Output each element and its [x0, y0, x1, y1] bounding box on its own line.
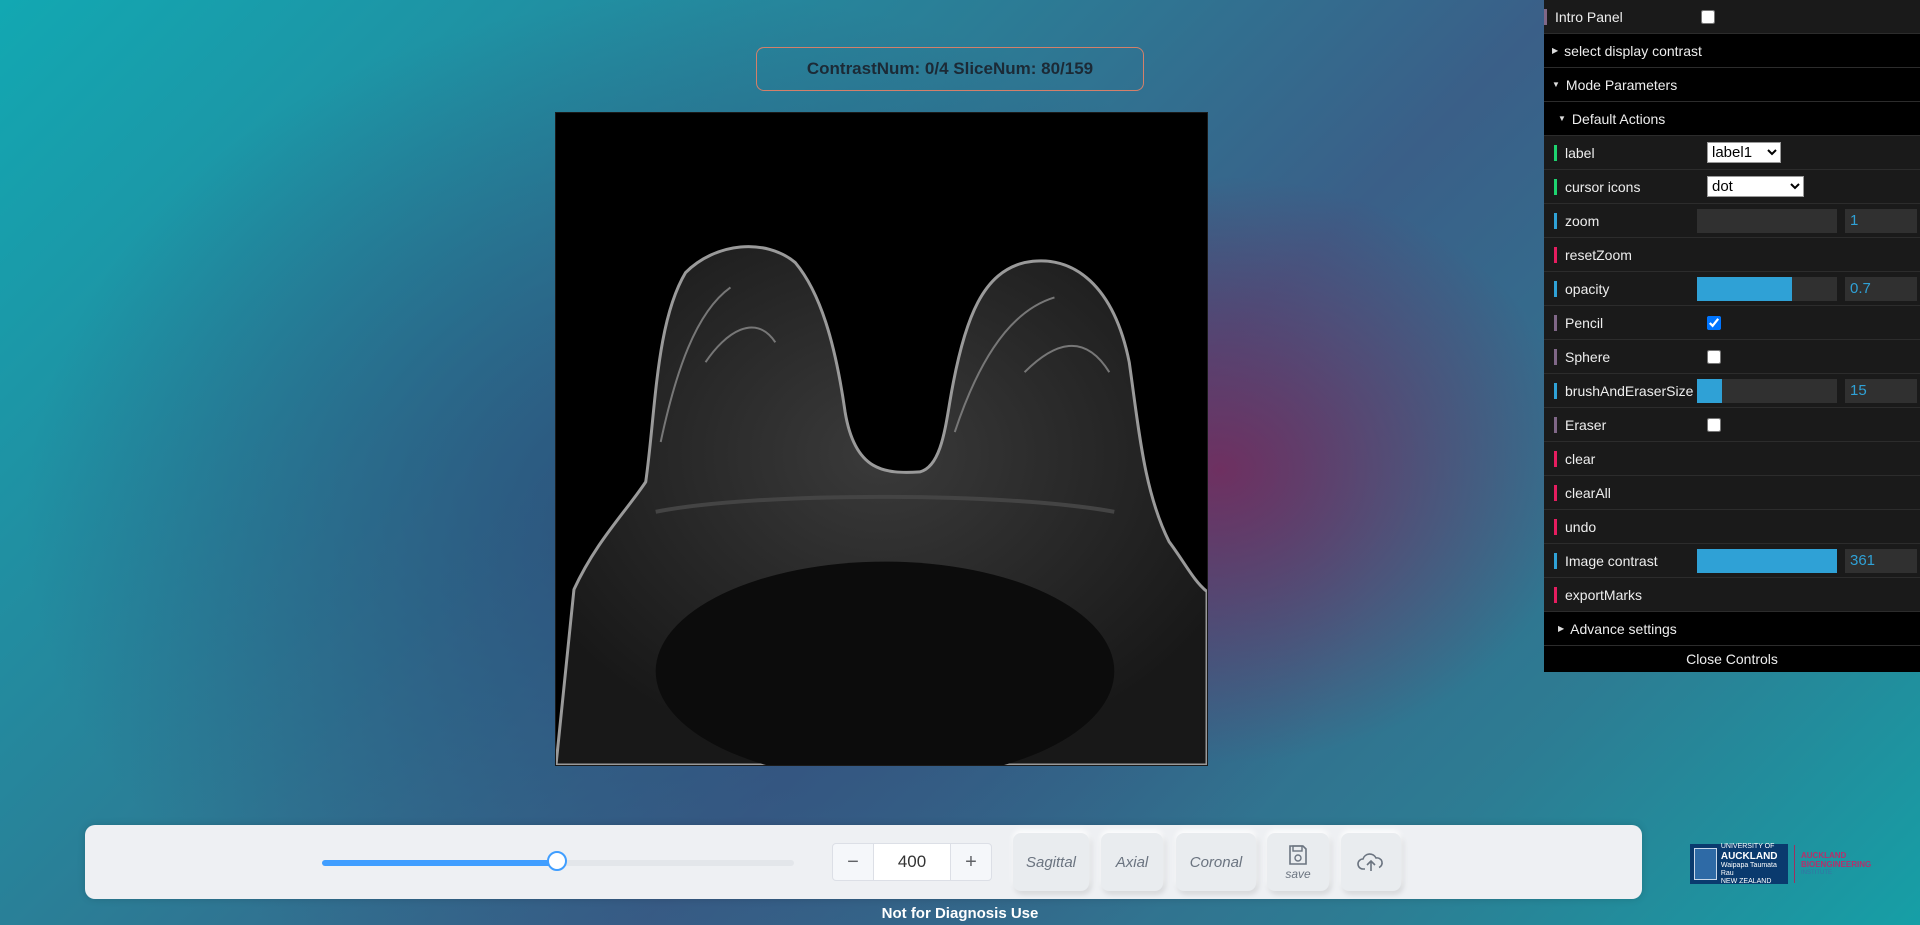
default-actions-label: Default Actions: [1571, 110, 1666, 127]
intro-panel-checkbox[interactable]: [1701, 9, 1715, 24]
cloud-upload-icon: [1357, 853, 1383, 871]
reset-zoom-button[interactable]: resetZoom: [1544, 238, 1920, 272]
pencil-row: Pencil: [1544, 306, 1920, 340]
caret-right-icon: ▶: [1558, 624, 1565, 633]
image-contrast-slider[interactable]: [1697, 548, 1837, 573]
clear-label: clear: [1554, 450, 1697, 467]
save-label: save: [1285, 867, 1311, 881]
eraser-row: Eraser: [1544, 408, 1920, 442]
eraser-label: Eraser: [1554, 416, 1697, 433]
upload-button[interactable]: [1341, 833, 1401, 891]
coronal-label: Coronal: [1189, 853, 1243, 871]
uoa-logo: UNIVERSITY OF AUCKLAND Waipapa Taumata R…: [1690, 842, 1788, 885]
axial-button[interactable]: Axial: [1101, 833, 1163, 891]
eraser-checkbox[interactable]: [1707, 417, 1721, 432]
sphere-checkbox[interactable]: [1707, 349, 1721, 364]
undo-button[interactable]: undo: [1544, 510, 1920, 544]
slice-slider[interactable]: [322, 851, 794, 871]
image-contrast-slider-fill: [1697, 548, 1837, 573]
zoom-value-input[interactable]: 1: [1845, 208, 1917, 233]
slice-status-text: ContrastNum: 0/4 SliceNum: 80/159: [806, 59, 1094, 78]
export-marks-label: exportMarks: [1554, 586, 1697, 603]
pencil-label: Pencil: [1554, 314, 1697, 331]
slice-slider-fill: [322, 860, 558, 866]
brush-size-slider[interactable]: [1697, 378, 1837, 403]
sagittal-button[interactable]: Sagittal: [1013, 833, 1089, 891]
bottom-toolbar: − 400 + Sagittal Axial Coronal save: [85, 825, 1642, 899]
brush-size-label: brushAndEraserSize: [1554, 382, 1697, 399]
label-select[interactable]: label1: [1707, 142, 1781, 163]
clear-all-button[interactable]: clearAll: [1544, 476, 1920, 510]
slice-slider-handle[interactable]: [547, 851, 567, 871]
university-logo: UNIVERSITY OF AUCKLAND Waipapa Taumata R…: [1690, 843, 1902, 885]
stepper-value-input[interactable]: 400: [873, 844, 951, 880]
zoom-row: zoom 1: [1544, 204, 1920, 238]
opacity-row: opacity 0.7: [1544, 272, 1920, 306]
brush-size-slider-fill: [1697, 378, 1723, 403]
diagnosis-disclaimer: Not for Diagnosis Use: [881, 905, 1039, 922]
brush-size-value-input[interactable]: 15: [1845, 378, 1917, 403]
slice-status: ContrastNum: 0/4 SliceNum: 80/159: [756, 47, 1144, 91]
select-contrast-label: select display contrast: [1564, 42, 1702, 59]
caret-down-icon: ▼: [1552, 80, 1560, 89]
intro-panel-label: Intro Panel: [1544, 8, 1701, 25]
clear-all-label: clearAll: [1554, 484, 1697, 501]
save-disk-icon: [1289, 845, 1307, 865]
brush-size-row: brushAndEraserSize 15: [1544, 374, 1920, 408]
default-actions-folder[interactable]: ▼ Default Actions: [1544, 102, 1920, 136]
image-contrast-row: Image contrast 361: [1544, 544, 1920, 578]
cursor-icons-select[interactable]: dot: [1707, 176, 1804, 197]
mri-slice-image: [556, 113, 1207, 765]
reset-zoom-label: resetZoom: [1554, 246, 1697, 263]
export-marks-button[interactable]: exportMarks: [1544, 578, 1920, 612]
opacity-value-input[interactable]: 0.7: [1845, 276, 1917, 301]
save-button[interactable]: save: [1267, 833, 1329, 891]
logo-separator: [1794, 845, 1795, 883]
zoom-slider[interactable]: [1697, 208, 1837, 233]
caret-right-icon: ▶: [1552, 46, 1559, 55]
close-controls-label: Close Controls: [1686, 651, 1778, 667]
caret-down-icon: ▼: [1558, 114, 1566, 123]
opacity-label: opacity: [1554, 280, 1697, 297]
uoa-logo-text: UNIVERSITY OF AUCKLAND Waipapa Taumata R…: [1720, 842, 1778, 885]
coronal-button[interactable]: Coronal: [1176, 833, 1256, 891]
close-controls-button[interactable]: Close Controls: [1544, 646, 1920, 672]
value-stepper: − 400 +: [832, 843, 992, 881]
pencil-checkbox[interactable]: [1707, 315, 1721, 330]
label-label: label: [1554, 144, 1697, 161]
increment-button[interactable]: +: [951, 844, 991, 880]
opacity-slider-fill: [1697, 276, 1793, 301]
image-contrast-label: Image contrast: [1554, 552, 1697, 569]
select-contrast-folder[interactable]: ▶ select display contrast: [1544, 34, 1920, 68]
label-row: label label1: [1544, 136, 1920, 170]
cursor-icons-row: cursor icons dot: [1544, 170, 1920, 204]
image-viewer-canvas[interactable]: [555, 112, 1208, 766]
decrement-button[interactable]: −: [833, 844, 873, 880]
advance-settings-label: Advance settings: [1570, 620, 1677, 637]
mode-parameters-label: Mode Parameters: [1565, 76, 1678, 93]
cursor-icons-label: cursor icons: [1554, 178, 1697, 195]
axial-label: Axial: [1115, 853, 1149, 871]
abi-logo-text: AUCKLAND BIOENGINEERING INSTITUTE: [1801, 850, 1872, 876]
image-contrast-value-input[interactable]: 361: [1845, 548, 1917, 573]
sphere-label: Sphere: [1554, 348, 1697, 365]
sphere-row: Sphere: [1544, 340, 1920, 374]
zoom-label: zoom: [1554, 212, 1697, 229]
advance-settings-folder[interactable]: ▶ Advance settings: [1544, 612, 1920, 646]
mode-parameters-folder[interactable]: ▼ Mode Parameters: [1544, 68, 1920, 102]
sagittal-label: Sagittal: [1025, 853, 1077, 871]
crest-icon: [1694, 848, 1717, 880]
intro-panel-row[interactable]: Intro Panel: [1544, 0, 1920, 34]
control-panel: Intro Panel ▶ select display contrast ▼ …: [1544, 0, 1920, 672]
opacity-slider[interactable]: [1697, 276, 1837, 301]
clear-button[interactable]: clear: [1544, 442, 1920, 476]
undo-label: undo: [1554, 518, 1697, 535]
